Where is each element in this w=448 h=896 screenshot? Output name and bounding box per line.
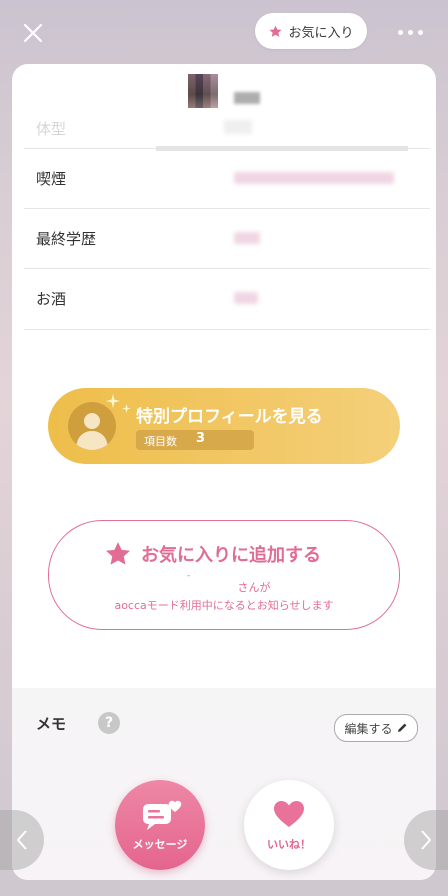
dot-icon: [398, 29, 403, 35]
item-count-value: 3: [196, 431, 206, 446]
faded-row-label: 体型: [36, 120, 67, 138]
star-icon: [269, 25, 282, 37]
sparkle-icon: [122, 404, 131, 413]
dot-icon: [408, 29, 413, 35]
like-label: いいね！: [267, 838, 311, 851]
info-row-label: 最終学歴: [36, 230, 97, 248]
info-row-label: お酒: [36, 290, 67, 308]
close-icon: [23, 23, 43, 43]
special-profile-title: 特別プロフィールを見る: [136, 407, 323, 427]
star-icon: [106, 542, 130, 565]
avatar[interactable]: [188, 74, 218, 108]
item-count-label: 項目数: [144, 435, 177, 448]
favorite-pill-label: お気に入り: [288, 25, 354, 41]
info-row-education: 最終学歴: [24, 208, 430, 269]
memo-section: メモ ? 編集する: [12, 688, 436, 880]
add-favorite-title: お気に入りに追加する: [141, 545, 321, 566]
like-button[interactable]: いいね！: [244, 780, 334, 870]
person-icon: [68, 402, 116, 450]
blurred-value: [234, 172, 394, 184]
message-label: メッセージ: [132, 838, 188, 851]
blurred-value: [224, 120, 252, 134]
chevron-right-icon: [421, 830, 432, 850]
top-bar: お気に入り: [0, 0, 448, 64]
edit-memo-button[interactable]: 編集する: [334, 714, 418, 742]
message-button[interactable]: メッセージ: [115, 780, 205, 870]
dot-icon: [418, 29, 423, 35]
close-button[interactable]: [20, 20, 46, 46]
add-favorite-button[interactable]: お気に入りに追加する - さんが aoccaモード利用中になるとお知らせします: [48, 520, 400, 630]
memo-title: メモ: [36, 715, 67, 733]
blurred-value: [234, 292, 258, 304]
favorite-pill-button[interactable]: お気に入り: [255, 13, 367, 49]
info-row-label: 喫煙: [36, 170, 67, 188]
chevron-left-icon: [16, 830, 27, 850]
item-count-badge: 項目数 3: [136, 430, 254, 450]
edit-memo-label: 編集する: [344, 721, 393, 736]
favorite-note-line2: aoccaモード利用中になるとお知らせします: [114, 599, 334, 612]
sparkle-icon: [106, 394, 120, 408]
profile-card: 体型 喫煙 最終学歴 お酒 特別プロフィールを見る 項目数 3 お気に入りに追加…: [12, 64, 436, 880]
blurred-name: [234, 92, 260, 104]
info-row-alcohol: お酒: [24, 268, 430, 330]
info-row-smoking: 喫煙: [24, 148, 430, 209]
more-options-button[interactable]: [398, 26, 428, 38]
help-icon[interactable]: ?: [98, 712, 120, 734]
blurred-value: [234, 232, 260, 244]
chat-bubble-icon: [143, 800, 182, 830]
special-profile-button[interactable]: 特別プロフィールを見る 項目数 3: [48, 388, 400, 464]
pencil-icon: [397, 723, 406, 732]
heart-icon: [274, 801, 304, 827]
favorite-note-line1: さんが: [237, 581, 271, 594]
